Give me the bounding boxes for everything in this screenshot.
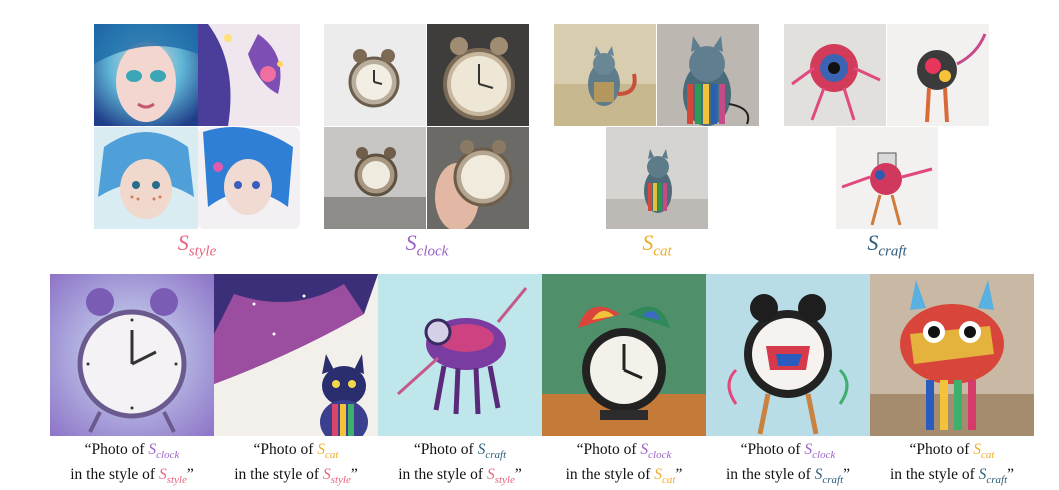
caption-1: “Photo of Sclock in the style of Sstyle” [70,441,194,487]
concept-label-style: Sstyle [177,230,217,260]
concept-label-clock: Sclock [405,230,449,260]
style-ref-image-4 [198,127,300,229]
cat-ref-image-1 [554,24,656,126]
cat-ref-image-3 [606,127,708,229]
style-ref-image-2 [198,24,300,126]
clock-ref-image-4 [427,127,529,229]
craft-ref-image-1 [784,24,886,126]
clock-ref-image-2 [427,24,529,126]
style-ref-image-1 [94,24,198,126]
result-image-craft-in-style [378,274,542,436]
caption-6: “Photo of Scat in the style of Scraft” [889,441,1015,487]
result-image-clock-in-style [50,274,214,436]
craft-ref-image-3 [836,127,938,229]
clock-ref-image-3 [324,127,426,229]
style-ref-image-3 [94,127,198,229]
caption-5: “Photo of Sclock in the style of Scraft” [725,441,851,487]
caption-2: “Photo of Scat in the style of Sstyle” [234,441,358,487]
concept-label-cat: Scat [642,230,672,260]
result-image-clock-in-cat [542,274,706,436]
concept-label-craft: Scraft [867,230,907,260]
result-image-clock-in-craft [706,274,870,436]
cat-ref-image-2 [657,24,759,126]
caption-3: “Photo of Scraft in the style of Sstyle” [398,441,522,487]
result-image-cat-in-style [214,274,378,436]
clock-ref-image-1 [324,24,426,126]
caption-4: “Photo of Sclock in the style of Scat” [565,441,683,487]
result-image-cat-in-craft [870,274,1034,436]
craft-ref-image-2 [887,24,989,126]
